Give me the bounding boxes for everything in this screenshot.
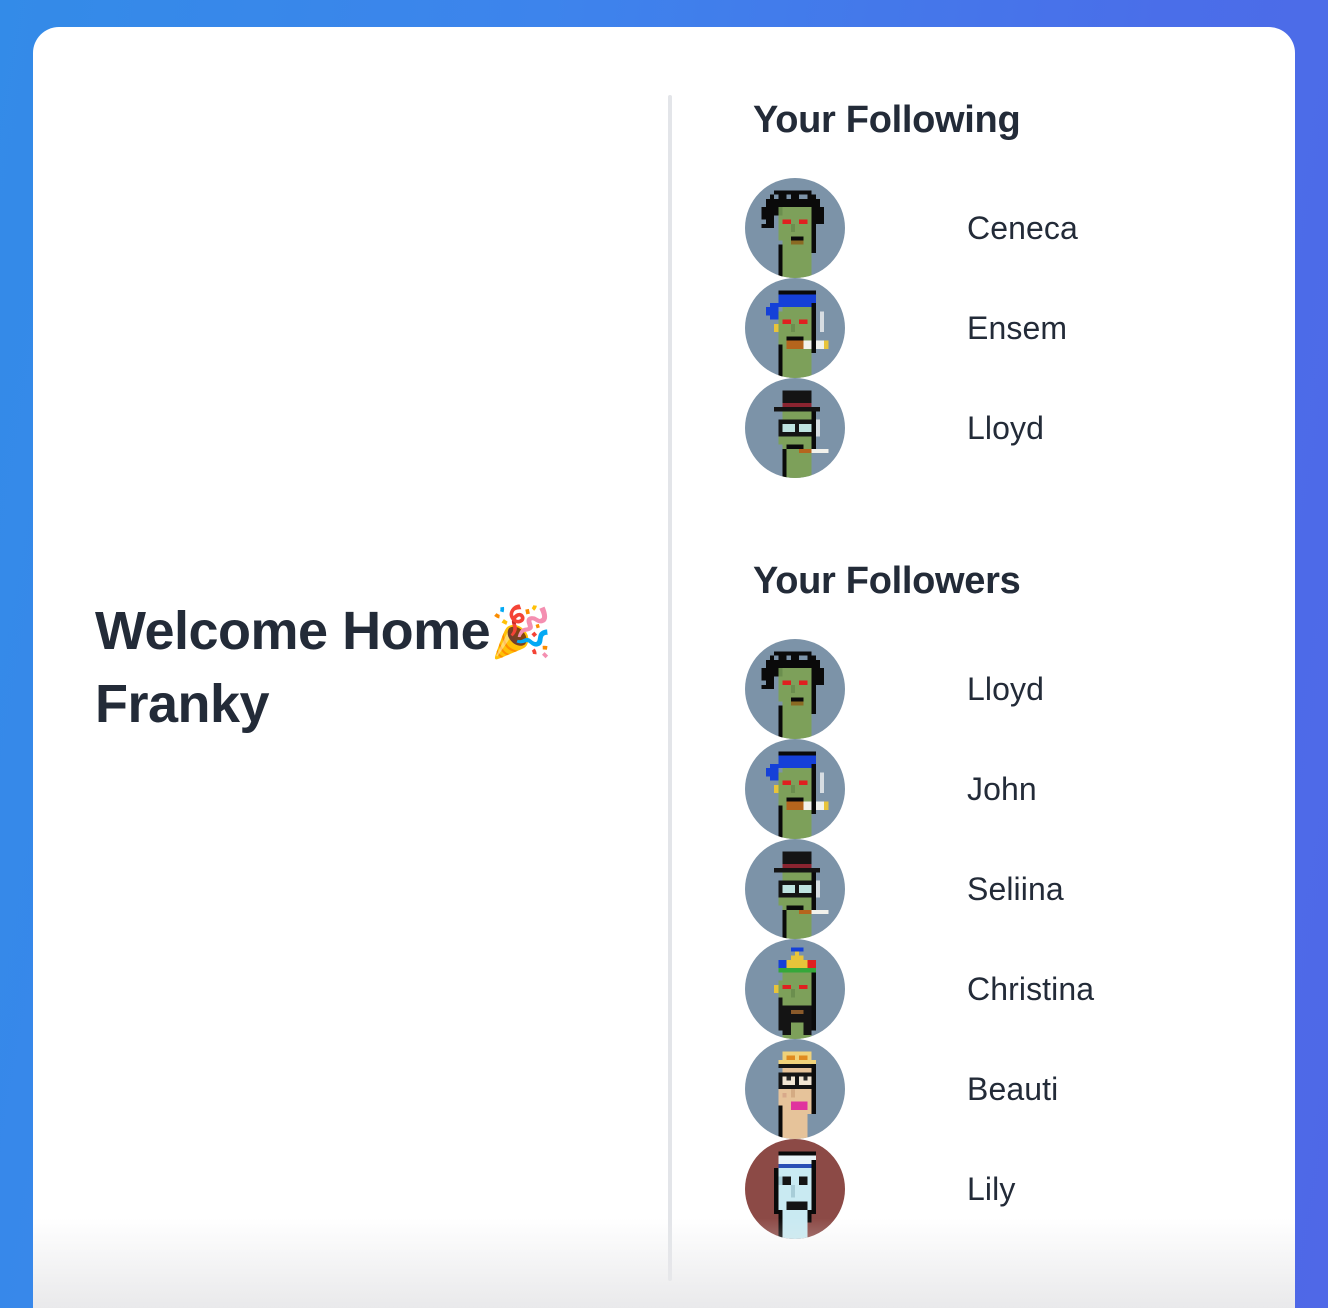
welcome-pane: Welcome Home🎉 Franky	[33, 27, 635, 1308]
punk-zombie-wild-hair-icon	[745, 639, 845, 739]
list-item-label: Lloyd	[967, 409, 1044, 446]
cigarette	[799, 448, 829, 453]
avatar[interactable]	[745, 1039, 845, 1139]
cigarette	[786, 801, 829, 810]
avatar[interactable]	[745, 939, 845, 1039]
followers-heading: Your Followers	[753, 560, 1021, 602]
followers-list: Lloyd John Seliina Christina Beauti Lily	[723, 639, 1295, 1239]
list-item-label: Seliina	[967, 870, 1064, 907]
list-item[interactable]: Ceneca	[723, 178, 1295, 278]
list-item-label: Lily	[967, 1170, 1016, 1207]
punk-alien-headband-icon	[745, 1139, 845, 1239]
avatar[interactable]	[745, 278, 845, 378]
list-item[interactable]: Lloyd	[723, 378, 1295, 478]
list-item[interactable]: Ensem	[723, 278, 1295, 378]
cigarette	[799, 909, 829, 914]
punk-zombie-bandana-cigarette-icon	[745, 739, 845, 839]
list-item-label: Ensem	[967, 309, 1068, 346]
list-item-label: John	[967, 770, 1037, 807]
main-card: Welcome Home🎉 Franky Your Following Cene…	[33, 27, 1295, 1308]
list-item[interactable]: Seliina	[723, 839, 1295, 939]
punk-zombie-bandana-cigarette-icon	[745, 278, 845, 378]
headband	[778, 1155, 816, 1169]
list-item-label: Lloyd	[967, 670, 1044, 707]
vertical-divider	[668, 95, 672, 1281]
list-item-label: Ceneca	[967, 209, 1078, 246]
cigarette	[786, 340, 829, 349]
nerd-glasses	[778, 880, 816, 898]
list-item-label: Beauti	[967, 1070, 1059, 1107]
list-item[interactable]: Lloyd	[723, 639, 1295, 739]
page-title: Welcome Home🎉 Franky	[33, 595, 593, 741]
avatar[interactable]	[745, 1139, 845, 1239]
avatar[interactable]	[745, 378, 845, 478]
avatar[interactable]	[745, 639, 845, 739]
following-heading: Your Following	[753, 99, 1021, 141]
list-item[interactable]: Lily	[723, 1139, 1295, 1239]
punk-female-blonde-glasses-icon	[745, 1039, 845, 1139]
user-name: Franky	[95, 673, 270, 734]
blonde-hair	[778, 1051, 816, 1064]
punk-zombie-rainbow-mohawk-beard-icon	[745, 939, 845, 1039]
welcome-text: Welcome Home	[95, 600, 491, 661]
following-list: Ceneca Ensem Lloyd	[723, 178, 1295, 478]
list-item[interactable]: Christina	[723, 939, 1295, 1039]
party-popper-icon: 🎉	[490, 603, 552, 660]
avatar[interactable]	[745, 178, 845, 278]
list-item[interactable]: John	[723, 739, 1295, 839]
list-item[interactable]: Beauti	[723, 1039, 1295, 1139]
avatar[interactable]	[745, 739, 845, 839]
punk-zombie-wild-hair-icon	[745, 178, 845, 278]
social-pane: Your Following Ceneca Ensem Lloyd Your F…	[723, 27, 1295, 1308]
avatar[interactable]	[745, 839, 845, 939]
app-root: Welcome Home🎉 Franky Your Following Cene…	[0, 0, 1328, 1308]
punk-zombie-tophat-glasses-icon	[745, 378, 845, 478]
punk-zombie-tophat-glasses-icon	[745, 839, 845, 939]
nerd-glasses	[778, 419, 816, 437]
list-item-label: Christina	[967, 970, 1095, 1007]
